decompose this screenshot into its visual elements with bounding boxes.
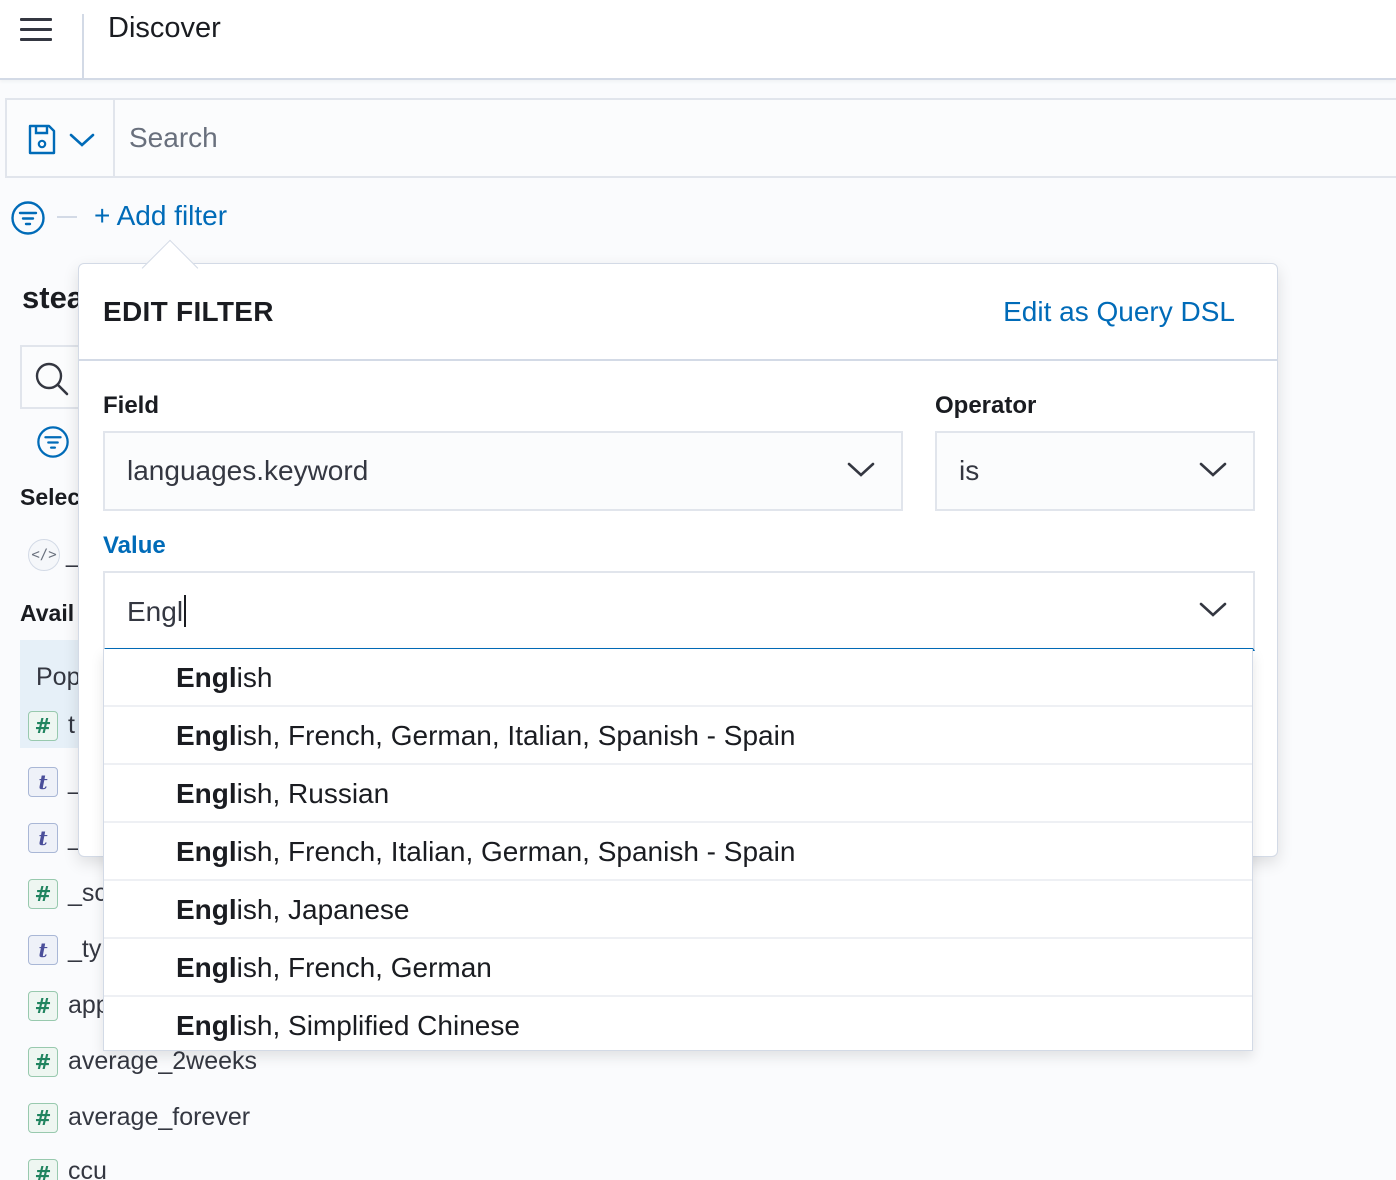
string-type-icon: t — [28, 767, 58, 797]
operator-label: Operator — [935, 392, 1037, 419]
number-type-icon: # — [28, 1103, 58, 1133]
edit-as-query-dsl-link[interactable]: Edit as Query DSL — [1003, 296, 1235, 328]
value-suggestions-list: English English, French, German, Italian… — [103, 649, 1253, 1051]
suggestion-option[interactable]: English, Russian — [104, 765, 1252, 823]
number-type-icon: # — [28, 711, 58, 741]
value-label: Value — [103, 532, 166, 559]
chevron-down-icon — [847, 462, 875, 477]
suggestion-option[interactable]: English, French, Italian, German, Spanis… — [104, 823, 1252, 881]
suggestion-option[interactable]: English — [104, 649, 1252, 707]
number-type-icon: # — [28, 1047, 58, 1077]
field-item[interactable]: average_2weeks — [68, 1047, 257, 1076]
field-label: Field — [103, 392, 160, 419]
header-divider — [82, 14, 84, 78]
suggestion-option[interactable]: English, Simplified Chinese — [104, 997, 1252, 1050]
filter-icon — [37, 426, 69, 458]
popover-title: EDIT FILTER — [103, 296, 274, 327]
field-item[interactable]: _sc — [68, 879, 107, 908]
field-combobox[interactable]: languages.keyword — [103, 431, 903, 511]
selected-fields-heading: Selec — [20, 484, 81, 510]
operator-combobox[interactable]: is — [935, 431, 1255, 511]
index-pattern-title[interactable]: stea — [22, 280, 84, 316]
number-type-icon: # — [28, 879, 58, 909]
query-bar — [5, 98, 1396, 178]
suggestion-option[interactable]: English, Japanese — [104, 881, 1252, 939]
popular-fields-label: Pop — [36, 663, 81, 691]
number-type-icon: # — [28, 991, 58, 1021]
field-filter-button[interactable] — [36, 425, 70, 464]
string-type-icon: t — [28, 935, 58, 965]
chevron-down-icon — [1199, 602, 1227, 617]
text-caret — [184, 595, 187, 627]
field-item[interactable]: t — [68, 711, 75, 740]
filter-icon — [11, 201, 45, 235]
operator-value: is — [959, 455, 980, 486]
value-combobox[interactable]: Engl — [103, 571, 1255, 651]
page-title: Discover — [108, 12, 221, 44]
filter-separator — [57, 216, 77, 218]
available-fields-heading: Avail — [20, 600, 75, 626]
value-input[interactable]: Engl — [127, 595, 187, 628]
search-icon — [35, 362, 69, 396]
suggestion-option[interactable]: English, French, German — [104, 939, 1252, 997]
number-type-icon: # — [28, 1159, 58, 1180]
field-item[interactable]: _ty — [68, 935, 101, 964]
chevron-down-icon — [1199, 462, 1227, 477]
menu-icon[interactable] — [20, 18, 52, 42]
source-code-icon: </> — [28, 539, 60, 571]
field-item[interactable]: ccu — [68, 1157, 107, 1180]
chevron-down-icon — [69, 133, 95, 147]
top-header: Discover — [0, 0, 1396, 80]
field-value: languages.keyword — [127, 455, 369, 486]
suggestion-option[interactable]: English, French, German, Italian, Spanis… — [104, 707, 1252, 765]
saved-query-button[interactable] — [7, 100, 115, 176]
popover-header: EDIT FILTER Edit as Query DSL — [79, 264, 1277, 361]
add-filter-button[interactable]: + Add filter — [94, 200, 227, 232]
string-type-icon: t — [28, 823, 58, 853]
search-input[interactable] — [117, 100, 1396, 176]
field-item[interactable]: average_forever — [68, 1103, 250, 1132]
filter-options-button[interactable] — [10, 200, 46, 241]
save-icon — [28, 124, 56, 155]
